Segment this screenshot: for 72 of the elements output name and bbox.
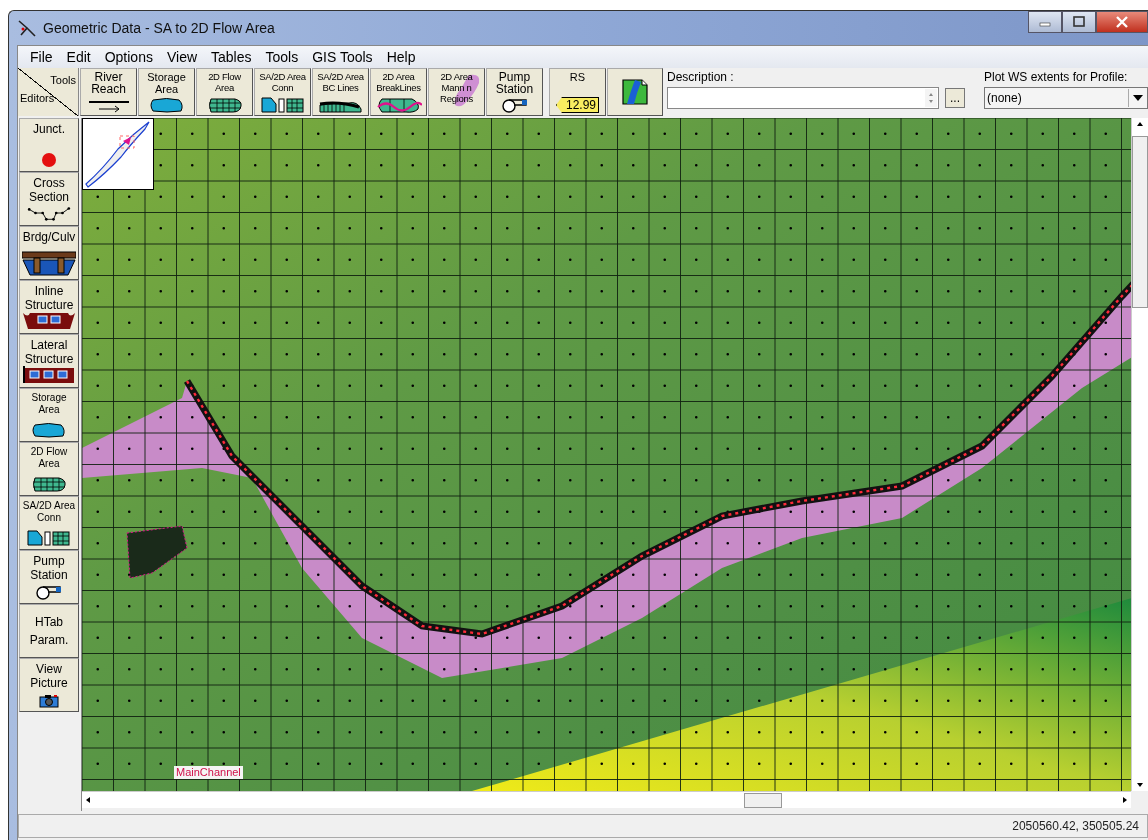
maximize-button[interactable] [1062,11,1096,33]
editor-button[interactable]: Brdg/Culv [19,226,79,280]
close-icon [1115,16,1129,28]
tool-button[interactable]: SA/2D Area Conn [254,68,311,116]
editor-button[interactable]: Junct. [19,118,79,172]
lateral-structure-icon [22,366,76,384]
junction-icon [41,152,57,168]
vertical-scrollbar[interactable] [1131,118,1148,791]
profile-dropdown[interactable]: (none) [984,87,1148,109]
description-label: Description : [667,70,735,84]
more-button[interactable]: ... [945,88,965,108]
connection-icon [27,530,71,546]
dropdown-arrow-icon [1133,95,1143,101]
tool-button[interactable]: River Reach [80,68,137,116]
menu-item[interactable]: Options [98,49,161,65]
grid-area-icon [31,476,67,492]
menu-item[interactable]: Help [380,49,424,65]
editor-button[interactable]: Pump Station [19,550,79,604]
description-field[interactable] [667,87,939,109]
pump-icon [34,586,64,600]
maximize-icon [1072,16,1086,28]
editor-button[interactable]: View Picture [19,658,79,712]
tool-button[interactable]: 2D Flow Area [196,68,253,116]
editor-button[interactable]: Storage Area [19,388,79,442]
tool-button[interactable]: Storage Area [138,68,195,116]
inline-structure-icon [22,312,76,330]
tool-button[interactable]: Pump Station [486,68,543,116]
corner-label: Editors [20,92,55,104]
map-button[interactable] [607,68,663,116]
grid-area-icon [206,97,243,113]
editor-button[interactable]: Lateral Structure [19,334,79,388]
minimize-button[interactable] [1028,11,1062,33]
tool-button[interactable]: SA/2D Area BC Lines [312,68,369,116]
storage-area-icon [148,97,185,113]
rs-tag: 12.99 [556,97,599,113]
editor-button[interactable]: SA/2D Area Conn [19,496,79,550]
tool-button[interactable]: 2D Area BreakLines [370,68,427,116]
connection-icon [260,97,305,113]
bc-line-icon [318,99,363,113]
camera-icon [39,694,59,708]
menu-item[interactable]: Edit [60,49,99,65]
spin-control[interactable] [925,89,937,107]
editor-button[interactable]: HTab Param. [19,604,79,658]
editor-button[interactable]: 2D Flow Area [19,442,79,496]
spin-arrows-icon [927,91,935,105]
map-icon [621,78,649,106]
menu-item[interactable]: Tools [259,49,307,65]
menu-item[interactable]: Tables [205,49,260,65]
breakline-icon [375,97,422,113]
profile-label: Plot WS extents for Profile: [984,70,1129,84]
scroll-thumb[interactable] [744,792,782,808]
river-reach-icon [86,99,131,113]
menu-item[interactable]: File [24,49,61,65]
scroll-thumb[interactable] [1132,136,1148,308]
editor-button[interactable]: Cross Section [19,172,79,226]
pump-icon [499,99,530,113]
tool-button[interactable]: 2D Area Mann n Regions [428,68,485,116]
corner-label: Tools [50,74,76,86]
horizontal-scrollbar[interactable] [82,791,1131,808]
overview-map-drawing[interactable] [82,118,154,190]
editor-button[interactable]: Inline Structure [19,280,79,334]
window-title: Geometric Data - SA to 2D Flow Area [43,20,275,36]
reach-label: MainChannel [174,766,243,779]
rs-button[interactable]: RS 12.99 [549,68,606,116]
menu-item[interactable]: GIS Tools [306,49,381,65]
storage-area-shape[interactable] [126,525,188,579]
bridge-icon [22,250,76,276]
menu-item[interactable]: View [160,49,206,65]
close-button[interactable] [1096,11,1148,33]
storage-area-icon [31,422,67,438]
coordinates-text: 2050560.42, 350505.24 [1012,819,1139,833]
app-icon [17,19,37,37]
